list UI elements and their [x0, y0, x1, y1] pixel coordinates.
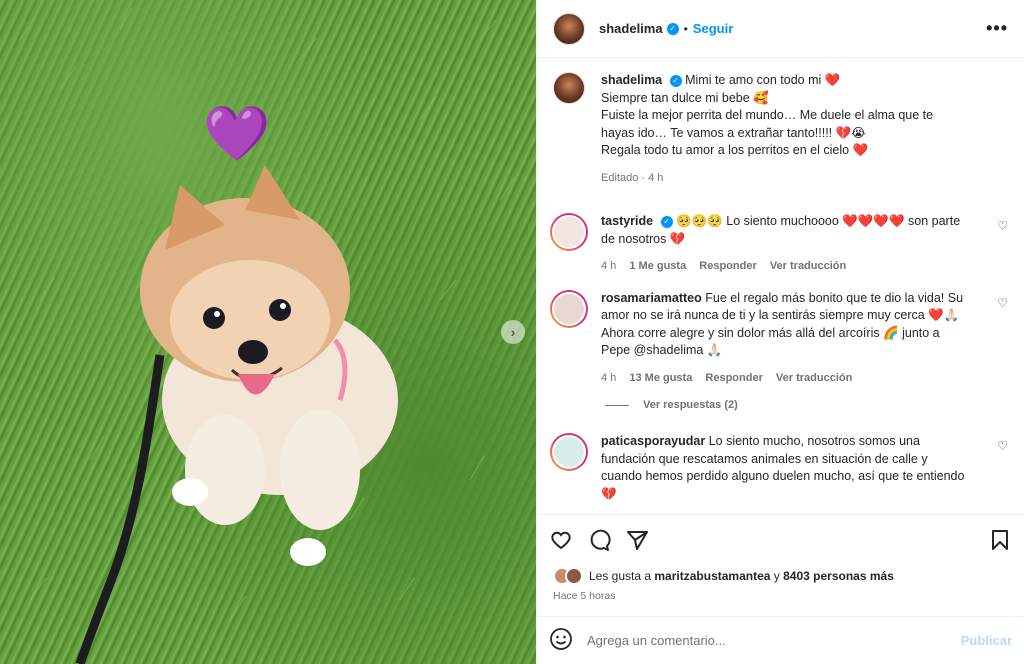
translate-button[interactable]: Ver traducción: [770, 260, 846, 272]
heart-sticker: 💜: [203, 104, 271, 164]
commenter-avatar[interactable]: [550, 433, 588, 471]
verified-badge-icon: ✓: [669, 74, 682, 87]
author-avatar[interactable]: [553, 12, 585, 45]
comment-item: paticasporayudar Lo siento mucho, nosotr…: [550, 433, 1008, 503]
follow-button[interactable]: Seguir: [693, 21, 733, 36]
caption-avatar[interactable]: [553, 72, 585, 104]
comments-list[interactable]: shadelima ✓ Mimi te amo con todo mi ❤️ S…: [537, 58, 1024, 514]
comment-username[interactable]: rosamariamatteo: [601, 291, 702, 305]
view-replies-label: Ver respuestas (2): [643, 399, 738, 411]
commenter-avatar[interactable]: [550, 213, 588, 251]
more-options-icon[interactable]: •••: [986, 18, 1008, 39]
comment-time: 4 h: [601, 371, 617, 384]
caption-username[interactable]: shadelima: [601, 73, 662, 87]
verified-badge-icon: ✓: [660, 215, 673, 228]
replies-divider: [605, 404, 629, 406]
verified-badge-icon: ✓: [666, 22, 679, 35]
comment-item: tastyride ✓ 🥺🥺🥺 Lo siento muchoooo ❤️❤️❤…: [550, 213, 1008, 276]
author-username[interactable]: shadelima: [599, 21, 663, 36]
likes-connector: y: [773, 569, 780, 583]
post-sidebar: shadelima ✓ • Seguir ••• shadelima ✓ Mim…: [536, 0, 1024, 664]
caption: shadelima ✓ Mimi te amo con todo mi ❤️ S…: [553, 72, 1008, 187]
caption-line: Regala todo tu amor a los perritos en el…: [601, 143, 869, 157]
post-photo[interactable]: 💜 ›: [0, 0, 536, 664]
post-header: shadelima ✓ • Seguir •••: [537, 0, 1024, 58]
caption-line: Fuiste la mejor perrita del mundo… Me du…: [601, 108, 934, 140]
likes-prefix: Les gusta a: [589, 569, 652, 583]
comment-bubble-icon[interactable]: [587, 528, 611, 552]
comment-time: 4 h: [601, 260, 617, 272]
reply-button[interactable]: Responder: [699, 260, 756, 272]
comment-meta: 4 h 13 Me gusta Responder Ver traducción: [601, 370, 968, 388]
save-bookmark-icon[interactable]: [988, 528, 1012, 552]
leash: [75, 354, 165, 664]
carousel-next-button[interactable]: ›: [501, 320, 525, 344]
add-comment-bar: Agrega un comentario... Publicar: [537, 616, 1024, 664]
likes-user[interactable]: maritzabustamantea: [654, 569, 770, 583]
comment-text: 🥺🥺🥺 Lo siento muchoooo ❤️❤️❤️❤️ son part…: [601, 214, 961, 246]
comment-username[interactable]: tastyride: [601, 214, 653, 228]
likes-others[interactable]: 8403 personas más: [783, 569, 894, 583]
view-replies-button[interactable]: Ver respuestas (2): [605, 399, 1008, 411]
comment-username[interactable]: paticasporayudar: [601, 434, 705, 448]
caption-edited: Editado · 4 h: [601, 171, 664, 184]
comment-item: rosamariamatteo Fue el regalo más bonito…: [550, 289, 1008, 388]
caption-line: Siempre tan dulce mi bebe 🥰: [601, 90, 769, 105]
action-bar: [537, 514, 1024, 564]
translate-button[interactable]: Ver traducción: [776, 372, 852, 384]
likes-summary[interactable]: Les gusta a maritzabustamantea y 8403 pe…: [537, 564, 1024, 588]
caption-line: Mimi te amo con todo mi ❤️: [685, 73, 841, 87]
comment-meta: 4 h 1 Me gusta Responder Ver traducción: [601, 258, 968, 276]
liker-avatars: [553, 567, 583, 585]
commenter-avatar[interactable]: [550, 289, 588, 328]
like-comment-heart-icon[interactable]: ♡: [997, 439, 1008, 453]
publish-button[interactable]: Publicar: [961, 633, 1012, 648]
reply-button[interactable]: Responder: [705, 372, 762, 384]
post-timestamp: Hace 5 horas: [553, 590, 616, 602]
post-viewer: 💜 › shadelima ✓ • Seguir ••• shadelima ✓: [0, 0, 1024, 664]
comment-likes[interactable]: 13 Me gusta: [629, 372, 692, 384]
emoji-smiley-icon[interactable]: [549, 627, 573, 654]
chevron-right-icon: ›: [510, 324, 516, 340]
separator-dot: •: [683, 21, 688, 36]
comment-input[interactable]: Agrega un comentario...: [587, 633, 961, 648]
dog-illustration: [19, 7, 515, 664]
like-comment-heart-icon[interactable]: ♡: [997, 219, 1008, 233]
like-heart-icon[interactable]: [549, 528, 573, 552]
share-paper-plane-icon[interactable]: [625, 528, 649, 552]
comment-likes[interactable]: 1 Me gusta: [629, 260, 686, 272]
like-comment-heart-icon[interactable]: ♡: [997, 296, 1008, 310]
